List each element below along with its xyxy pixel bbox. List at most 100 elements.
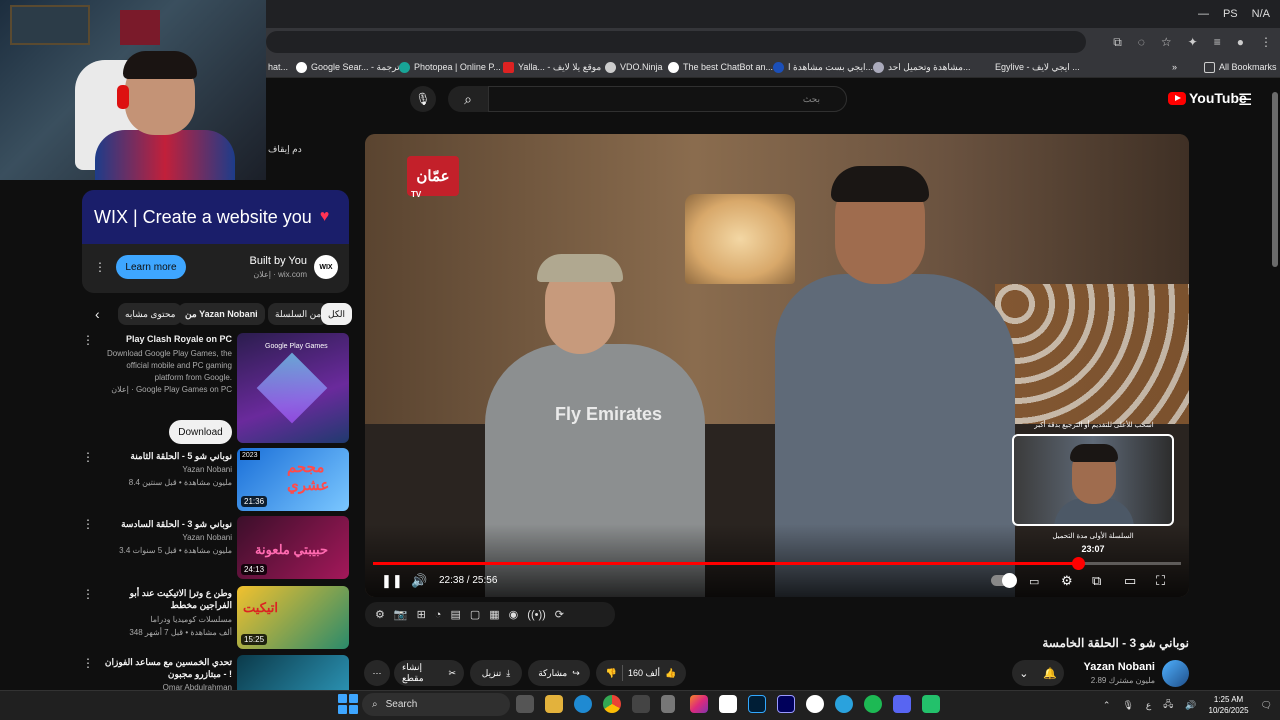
spotify-icon[interactable] — [864, 695, 882, 713]
scrollbar-thumb[interactable] — [1272, 92, 1278, 267]
rec-thumbnail[interactable]: حبيبتي ملعونة 24:13 — [237, 516, 349, 579]
premiere-icon[interactable] — [777, 695, 795, 713]
frame-icon[interactable]: ▢ — [470, 608, 480, 621]
download-video-button[interactable]: تنزيل ⤓ — [470, 660, 522, 686]
mic-tray-icon[interactable]: 🎙 — [1122, 700, 1133, 711]
chip-channel[interactable]: من Yazan Nobani — [178, 303, 265, 325]
rec-title[interactable]: تحدي الخمسين مع مساعد الفوزان - مبتازرو … — [100, 656, 232, 680]
photoshop-icon[interactable] — [748, 695, 766, 713]
file-explorer-icon[interactable] — [545, 695, 563, 713]
language-indicator[interactable]: ع — [1146, 700, 1151, 711]
hamburger-menu-icon[interactable]: ☰ — [1238, 90, 1252, 110]
bookmark-item[interactable]: Yalla... - موقع يلا لايف — [503, 59, 601, 75]
chips-prev-icon[interactable]: ‹ — [88, 303, 108, 325]
youtube-logo[interactable]: YouTube — [1168, 90, 1247, 106]
rec-menu-icon[interactable]: ⋮ — [82, 517, 94, 531]
learn-more-button[interactable]: Learn more — [116, 255, 186, 279]
star-icon[interactable]: ☆ — [1161, 35, 1172, 49]
channel-name[interactable]: Yazan Nobani — [1060, 661, 1155, 673]
miniplayer-icon[interactable]: ⧉ — [1092, 573, 1101, 588]
autoplay-toggle[interactable] — [991, 573, 1017, 588]
fullscreen-icon[interactable]: ⛶ — [1156, 573, 1165, 588]
menu-icon[interactable]: ⋮ — [1260, 35, 1272, 49]
subtitles-icon[interactable]: ▭ — [1029, 574, 1039, 588]
capcut-icon[interactable] — [719, 695, 737, 713]
address-bar[interactable] — [266, 31, 1086, 53]
settings-icon[interactable]: ⚙ — [1061, 573, 1073, 588]
more-actions-icon[interactable]: ⋯ — [364, 660, 390, 686]
dislike-icon[interactable]: 👎 — [606, 668, 617, 679]
clip-button[interactable]: إنشاء مقطع ✂ — [394, 660, 464, 686]
promo-menu-icon[interactable]: ⋮ — [82, 333, 94, 347]
chip-all[interactable]: الكل — [321, 303, 353, 325]
volume-icon[interactable]: 🔊 — [411, 573, 427, 588]
theater-mode-icon[interactable]: ▭ — [1124, 573, 1136, 588]
media-icon[interactable]: ≡ — [1214, 35, 1221, 49]
edge-icon[interactable] — [574, 695, 592, 713]
bookmark-item[interactable]: مشاهدة وتحميل احد... — [873, 59, 970, 75]
bookmark-item[interactable]: Google Sear... - ترجمة — [296, 59, 400, 75]
bookmark-item[interactable]: The best ChatBot an... — [668, 59, 773, 75]
volume-tray-icon[interactable]: 🔊 — [1185, 700, 1196, 711]
broadcast-icon[interactable]: ((•)) — [527, 609, 546, 621]
rec-thumbnail[interactable] — [237, 655, 349, 690]
taskbar-search[interactable]: ⌕ Search — [362, 693, 510, 716]
plus-box-icon[interactable]: ⊞ — [417, 608, 426, 621]
rec-menu-icon[interactable]: ⋮ — [82, 587, 94, 601]
hide-icon[interactable]: ◌ — [1138, 35, 1145, 49]
discord-icon[interactable] — [893, 695, 911, 713]
app-icon[interactable] — [632, 695, 650, 713]
like-count[interactable]: 160 ألف — [628, 668, 660, 679]
notification-icon[interactable]: 🗨 — [1261, 700, 1272, 711]
gear-icon[interactable]: ⚙ — [375, 608, 385, 621]
speedometer-icon[interactable]: ◔ — [435, 609, 442, 621]
subscribed-button[interactable]: ⌄ 🔔 — [1012, 660, 1064, 686]
film-icon[interactable]: ▤ — [450, 608, 460, 621]
channel-avatar[interactable] — [1162, 660, 1189, 687]
rec-title[interactable]: وطن ع وتر| الاتيكيت عند أبو الفراجين مخط… — [100, 587, 232, 611]
ad-banner[interactable]: WIX | Create a website you ♥ — [82, 190, 349, 244]
extensions-icon[interactable]: ✦ — [1188, 35, 1198, 49]
promo-thumbnail[interactable]: Google Play Games — [237, 333, 349, 443]
pause-icon[interactable]: ❚❚ — [381, 573, 403, 588]
search-icon[interactable]: ⌕ — [448, 86, 488, 112]
profile-icon[interactable]: ● — [1237, 35, 1244, 49]
search-input[interactable]: بحث — [488, 86, 847, 112]
bookmarks-overflow-icon[interactable]: » — [1172, 59, 1177, 75]
like-icon[interactable]: 👍 — [665, 668, 676, 679]
minimize-button[interactable]: — — [1198, 8, 1209, 20]
rec-title[interactable]: نوباني شو 5 - الحلقة الثامنة — [100, 450, 232, 462]
chrome-icon[interactable] — [603, 695, 621, 713]
rec-menu-icon[interactable]: ⋮ — [82, 656, 94, 670]
share-button[interactable]: مشاركة ↪ — [528, 660, 590, 686]
rec-thumbnail[interactable]: مجحم عشري 2023 21:36 — [237, 448, 349, 511]
chip-similar[interactable]: محتوى مشابه — [118, 303, 183, 325]
bookmark-item[interactable]: Photopea | Online P... — [399, 59, 501, 75]
all-bookmarks[interactable]: All Bookmarks — [1204, 59, 1277, 75]
bookmark-item[interactable]: Egylive - ايجي لايف ... — [995, 59, 1080, 75]
usb-icon[interactable] — [661, 695, 675, 713]
network-icon[interactable]: 🖧 — [1163, 697, 1173, 713]
download-button[interactable]: Download — [169, 420, 232, 444]
video-player[interactable]: Fly Emirates عمّان TV اسحب للأعلى للتقدي… — [365, 134, 1189, 597]
task-view-icon[interactable] — [516, 695, 534, 713]
telegram-icon[interactable] — [835, 695, 853, 713]
tray-overflow-icon[interactable]: ⌃ — [1103, 700, 1111, 711]
app-icon[interactable] — [922, 695, 940, 713]
loop-icon[interactable]: ⟳ — [555, 608, 564, 621]
app-icon[interactable] — [806, 695, 824, 713]
install-app-icon[interactable]: ⧉ — [1113, 35, 1122, 50]
promo-title[interactable]: Play Clash Royale on PC — [100, 333, 232, 345]
rec-menu-icon[interactable]: ⋮ — [82, 450, 94, 464]
bookmark-item[interactable]: ايجي بست مشاهدة ا... — [773, 59, 873, 75]
eye-box-icon[interactable]: ◉ — [509, 608, 519, 621]
ad-menu-icon[interactable]: ⋮ — [94, 260, 106, 274]
microphone-icon[interactable]: 🎙 — [410, 86, 436, 112]
instagram-icon[interactable] — [690, 695, 708, 713]
chip-series[interactable]: من السلسلة — [268, 303, 329, 325]
bookmark-item[interactable]: VDO.Ninja — [605, 59, 663, 75]
rec-title[interactable]: نوباني شو 3 - الحلقة السادسة — [100, 518, 232, 530]
clock[interactable]: 1:25 AM 10/26/2025 — [1209, 694, 1249, 716]
bookmark-item[interactable]: hat... — [268, 59, 288, 75]
windows-start-icon[interactable] — [338, 694, 358, 714]
